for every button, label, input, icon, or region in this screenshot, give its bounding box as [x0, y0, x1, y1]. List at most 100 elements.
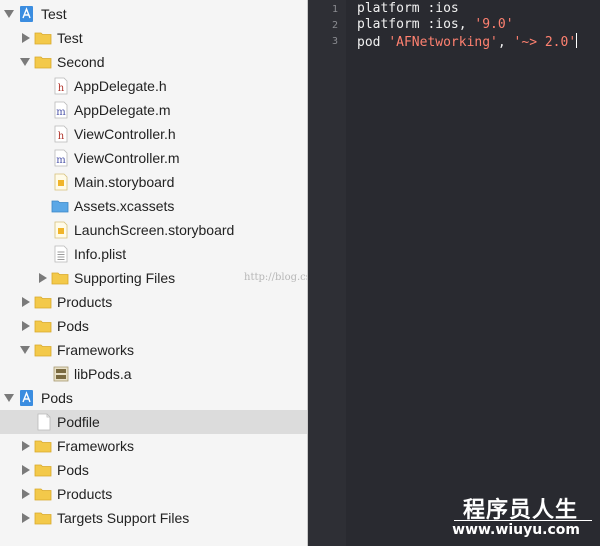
navigator-item-label: AppDelegate.m [74, 102, 171, 118]
folder-icon [51, 272, 69, 285]
navigator-row-pods-products[interactable]: Products [0, 482, 307, 506]
navigator-item-label: ViewController.m [74, 150, 180, 166]
navigator-row-assets-xcassets[interactable]: Assets.xcassets [0, 194, 307, 218]
brand-watermark: 程序员人生 www.wiuyu.com [452, 492, 592, 542]
xcodeproj-icon [20, 6, 33, 22]
navigator-item-label: Second [57, 54, 105, 70]
line-number-gutter: 1 2 3 [308, 0, 346, 546]
navigator-row-targets-support-files[interactable]: Targets Support Files [0, 506, 307, 530]
navigator-row-appdelegate-m[interactable]: m AppDelegate.m [0, 98, 307, 122]
navigator-row-test-project[interactable]: Test [0, 2, 307, 26]
disclosure-closed-icon[interactable] [22, 321, 30, 331]
navigator-item-label: Pods [41, 390, 73, 406]
code-string: '~> 2.0' [513, 35, 577, 50]
storyboard-icon [54, 221, 68, 239]
watermark-text: http://blog.csdn.net/ [244, 272, 307, 283]
text-caret [576, 33, 578, 48]
navigator-row-appdelegate-h[interactable]: h AppDelegate.h [0, 74, 307, 98]
disclosure-closed-icon[interactable] [22, 489, 30, 499]
source-editor[interactable]: 1 2 3 platform :ios platform :ios, '9.0'… [308, 0, 600, 546]
code-line[interactable]: platform :ios, '9.0' [357, 17, 514, 33]
folder-icon [34, 344, 52, 357]
folder-icon [34, 488, 52, 501]
navigator-row-libpods[interactable]: libPods.a [0, 362, 307, 386]
navigator-row-frameworks[interactable]: Frameworks [0, 338, 307, 362]
navigator-row-launchscreen-storyboard[interactable]: LaunchScreen.storyboard [0, 218, 307, 242]
navigator-item-label: libPods.a [74, 366, 132, 382]
navigator-item-label: Frameworks [57, 438, 135, 454]
navigator-item-label: Pods [57, 462, 89, 478]
navigator-item-label: Pods [57, 318, 89, 334]
navigator-item-label: ViewController.h [74, 126, 176, 142]
navigator-item-label: Info.plist [74, 246, 127, 262]
navigator-item-label: AppDelegate.h [74, 78, 167, 94]
navigator-row-viewcontroller-h[interactable]: h ViewController.h [0, 122, 307, 146]
brand-url: www.wiuyu.com [452, 522, 580, 538]
navigator-row-pods-pods[interactable]: Pods [0, 458, 307, 482]
line-number: 2 [331, 20, 338, 31]
disclosure-open-icon[interactable] [4, 10, 14, 18]
disclosure-closed-icon[interactable] [22, 465, 30, 475]
navigator-item-label: Targets Support Files [57, 510, 190, 526]
disclosure-closed-icon[interactable] [39, 273, 47, 283]
code-text: pod [357, 35, 389, 50]
disclosure-closed-icon[interactable] [22, 33, 30, 43]
navigator-item-label: Products [57, 486, 113, 502]
navigator-row-pods-project[interactable]: Pods [0, 386, 307, 410]
navigator-item-label: Test [41, 6, 67, 22]
code-text: platform :ios [357, 1, 459, 16]
code-text: , [497, 35, 514, 50]
folder-icon [34, 56, 52, 69]
folder-icon [34, 464, 52, 477]
plist-icon [54, 245, 68, 263]
navigator-row-pods-frameworks[interactable]: Frameworks [0, 434, 307, 458]
navigator-item-label: Products [57, 294, 113, 310]
objc-file-icon: m [54, 101, 68, 119]
svg-text:m: m [56, 107, 66, 118]
brand-divider [454, 520, 592, 521]
code-text: platform :ios, [357, 17, 475, 32]
folder-icon [34, 32, 52, 45]
folder-icon [34, 440, 52, 453]
objc-file-icon: m [54, 149, 68, 167]
navigator-item-label: LaunchScreen.storyboard [74, 222, 235, 238]
navigator-item-label: Main.storyboard [74, 174, 175, 190]
navigator-item-label: Frameworks [57, 342, 135, 358]
navigator-row-main-storyboard[interactable]: Main.storyboard [0, 170, 307, 194]
code-line[interactable]: pod 'AFNetworking', '~> 2.0' [357, 33, 578, 51]
code-string: 'AFNetworking' [388, 35, 498, 50]
svg-text:m: m [56, 155, 66, 166]
disclosure-closed-icon[interactable] [22, 441, 30, 451]
disclosure-open-icon[interactable] [20, 58, 30, 66]
code-string: '9.0' [474, 17, 514, 32]
svg-text:h: h [58, 83, 65, 94]
code-line[interactable]: platform :ios [357, 1, 459, 17]
navigator-row-info-plist[interactable]: Info.plist [0, 242, 307, 266]
disclosure-open-icon[interactable] [4, 394, 14, 402]
folder-icon [34, 320, 52, 333]
xcodeproj-icon [20, 390, 33, 406]
project-navigator: Test Test Second h AppDelegate.h m AppDe… [0, 0, 307, 546]
folder-icon [34, 296, 52, 309]
folder-icon [34, 512, 52, 525]
storyboard-icon [54, 173, 68, 191]
disclosure-open-icon[interactable] [20, 346, 30, 354]
line-number: 1 [331, 4, 338, 15]
navigator-item-label: Supporting Files [74, 270, 176, 286]
text-file-icon [37, 413, 51, 431]
navigator-row-podfile[interactable]: Podfile [0, 410, 307, 434]
library-icon [53, 366, 69, 382]
navigator-row-test-folder[interactable]: Test [0, 26, 307, 50]
disclosure-closed-icon[interactable] [22, 513, 30, 523]
navigator-row-second-folder[interactable]: Second [0, 50, 307, 74]
header-file-icon: h [54, 77, 68, 95]
navigator-row-products[interactable]: Products [0, 290, 307, 314]
navigator-item-label: Test [57, 30, 83, 46]
svg-text:h: h [58, 131, 65, 142]
header-file-icon: h [54, 125, 68, 143]
navigator-row-viewcontroller-m[interactable]: m ViewController.m [0, 146, 307, 170]
navigator-item-label: Podfile [57, 414, 100, 430]
navigator-row-pods-folder[interactable]: Pods [0, 314, 307, 338]
disclosure-closed-icon[interactable] [22, 297, 30, 307]
xcassets-folder-icon [51, 200, 69, 213]
